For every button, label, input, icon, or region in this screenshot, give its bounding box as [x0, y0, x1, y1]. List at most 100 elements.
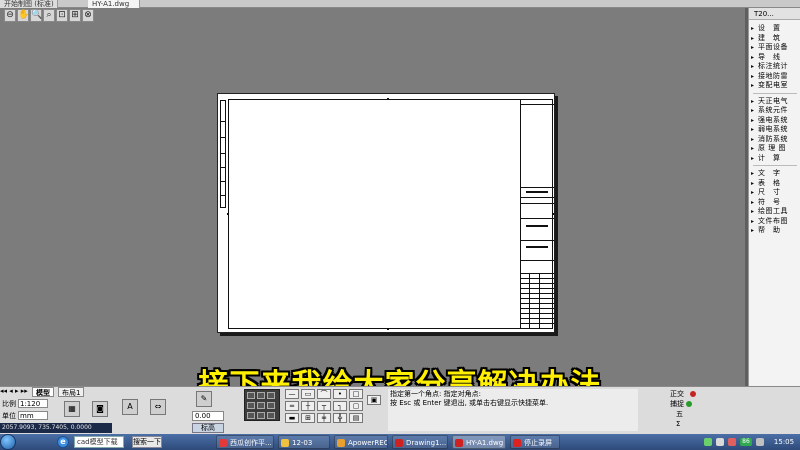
- panel-menu-item[interactable]: ▸ 建 筑: [751, 34, 799, 43]
- panel-menu-item[interactable]: ▸ 导 线: [751, 53, 799, 62]
- taskbar-item-label: ApowerREC: [348, 439, 388, 447]
- camera-icon[interactable]: ◙: [92, 401, 108, 417]
- t20-tool-panel: T20... ▸ 设 置 ▸ 建 筑 ▸ 平面设备 ▸ 导 线 ▸ 标注统计 ▸ 接地防雷 ▸ 变配电室 ▸…: [748, 8, 800, 386]
- panel-menu-item[interactable]: ▸ 接地防雷: [751, 72, 799, 81]
- panel-menu-item[interactable]: ▸ 文 字: [751, 169, 799, 178]
- panel-menu-label: 消防系统: [758, 134, 788, 143]
- panel-menu-item[interactable]: ▸ 系统元件: [751, 106, 799, 115]
- ortho-option-five[interactable]: 五: [676, 410, 683, 418]
- panel-menu-item[interactable]: ▸ 表 格: [751, 179, 799, 188]
- pen-icon[interactable]: ✎: [196, 391, 212, 407]
- tool-dot-icon[interactable]: •: [333, 389, 347, 399]
- panel-menu-label: 绘图工具: [758, 207, 788, 215]
- tool-box-icon[interactable]: ▢: [349, 401, 363, 411]
- network-icon[interactable]: [704, 438, 712, 446]
- ortho-option-sigma[interactable]: Σ: [676, 420, 680, 428]
- panel-menu-item[interactable]: ▸ 符 号: [751, 198, 799, 207]
- zoom-all-icon[interactable]: ⊞: [69, 9, 81, 22]
- start-button[interactable]: [0, 434, 16, 450]
- drawing-sheet[interactable]: [217, 93, 555, 333]
- panel-menu-item[interactable]: ▸ 原 理 图: [751, 144, 799, 153]
- security-icon[interactable]: [728, 438, 736, 446]
- layer-manager-icon[interactable]: ▦: [64, 401, 80, 417]
- taskbar-item[interactable]: Drawing1...: [392, 435, 448, 449]
- tool-cross-icon[interactable]: ┼: [301, 401, 315, 411]
- units-select[interactable]: mm: [18, 411, 48, 420]
- tool-corner-icon[interactable]: ┐: [333, 401, 347, 411]
- panel-menu-item[interactable]: ▸ 计 算: [751, 154, 799, 163]
- tool-arc-icon[interactable]: ⌒: [317, 389, 331, 399]
- value-field[interactable]: 0.00: [192, 411, 224, 421]
- tray-badge-icon[interactable]: 86: [740, 438, 752, 446]
- tab-start-drawing[interactable]: 开始制图 (标准): [0, 0, 58, 8]
- elevation-button[interactable]: 标高: [192, 423, 224, 433]
- panel-menu-item[interactable]: ▸ 强电系统: [751, 116, 799, 125]
- chevron-right-icon: ▸: [751, 25, 755, 32]
- panel-menu-label: 尺 寸: [758, 188, 781, 196]
- taskbar-search-button[interactable]: 搜索一下: [132, 436, 162, 448]
- panel-menu-label: 弱电系统: [758, 125, 788, 133]
- panel-menu-item[interactable]: ▸ 尺 寸: [751, 188, 799, 197]
- zoom-previous-icon[interactable]: ⌕: [43, 9, 55, 22]
- tool-hline-icon[interactable]: ═: [285, 401, 299, 411]
- taskbar-item-label: Drawing1...: [406, 439, 447, 447]
- scale-select[interactable]: 1:120: [18, 399, 48, 408]
- chevron-right-icon: ▸: [751, 227, 755, 234]
- tool-split-icon[interactable]: ╪: [317, 413, 331, 423]
- panel-menu-item[interactable]: ▸ 帮 助: [751, 226, 799, 235]
- panel-menu-label: 表 格: [758, 178, 781, 187]
- ortho-status-icon: [690, 391, 696, 397]
- panel-menu-item[interactable]: ▸ 消防系统: [751, 135, 799, 144]
- tab-model[interactable]: 模型: [32, 387, 54, 397]
- drawing-frame: [228, 99, 553, 329]
- taskbar-item[interactable]: 12-03: [278, 435, 330, 449]
- layout-nav-arrows[interactable]: ◂◂ ◂ ▸ ▸▸: [0, 387, 30, 397]
- tab-hy-a1[interactable]: HY-A1.dwg: [88, 0, 140, 8]
- command-history-line-2: 按 Esc 或 Enter 键退出, 或单击右键显示快捷菜单.: [390, 399, 549, 407]
- taskbar-item[interactable]: 西瓜创作平...: [216, 435, 274, 449]
- volume-icon[interactable]: [716, 438, 724, 446]
- command-line[interactable]: 指定第一个角点: 指定对角点: 按 Esc 或 Enter 键退出, 或单击右键…: [388, 389, 638, 431]
- panel-menu-item[interactable]: ▸ 变配电室: [751, 81, 799, 90]
- snap-toggle[interactable]: 捕捉: [670, 400, 684, 408]
- panel-menu-item[interactable]: ▸ 绘图工具: [751, 207, 799, 216]
- chevron-right-icon: ▸: [751, 53, 755, 61]
- tool-tee-icon[interactable]: ┬: [317, 401, 331, 411]
- chevron-right-icon: ▸: [751, 126, 755, 133]
- browser-icon[interactable]: e: [57, 436, 69, 448]
- app-icon: [281, 439, 289, 447]
- pan-icon[interactable]: ✋: [17, 9, 29, 22]
- zoom-window-icon[interactable]: ⊖: [4, 9, 16, 22]
- panel-menu-item[interactable]: ▸ 天正电气: [751, 97, 799, 106]
- taskbar-item[interactable]: ApowerREC: [334, 435, 388, 449]
- zoom-extents-icon[interactable]: ⊡: [56, 9, 68, 22]
- tool-frame-icon[interactable]: ▭: [301, 389, 315, 399]
- tool-extra-icon[interactable]: ▣: [367, 395, 381, 405]
- input-method-icon[interactable]: [756, 438, 764, 446]
- chevron-right-icon: ▸: [751, 44, 755, 51]
- scale-label: 比例: [2, 400, 16, 408]
- panel-menu-label: 变配电室: [758, 81, 788, 89]
- close-drawing-icon[interactable]: ⊗: [82, 9, 94, 22]
- tool-join-icon[interactable]: ╬: [333, 413, 347, 423]
- text-style-icon[interactable]: A: [122, 399, 138, 415]
- zoom-realtime-icon[interactable]: 🔍: [30, 9, 42, 22]
- tool-bar-icon[interactable]: ▬: [285, 413, 299, 423]
- tool-grid-icon[interactable]: ⊞: [301, 413, 315, 423]
- taskbar-item[interactable]: 停止录屏: [510, 435, 560, 449]
- taskbar-search-input[interactable]: cad模型下载: [74, 436, 124, 448]
- panel-menu-item[interactable]: ▸ 文件布图: [751, 217, 799, 226]
- panel-menu-item[interactable]: ▸ 标注统计: [751, 62, 799, 71]
- panel-menu-item[interactable]: ▸ 平面设备: [751, 43, 799, 52]
- tool-rect-icon[interactable]: □: [349, 389, 363, 399]
- panel-menu-item[interactable]: ▸ 弱电系统: [751, 125, 799, 134]
- dimension-style-icon[interactable]: ⇔: [150, 399, 166, 415]
- panel-menu-item[interactable]: ▸ 设 置: [751, 24, 799, 33]
- tool-hatch-icon[interactable]: ▤: [349, 413, 363, 423]
- tab-layout1[interactable]: 布局1: [58, 387, 85, 397]
- panel-menu-label: 导 线: [758, 52, 781, 61]
- ortho-toggle[interactable]: 正交: [670, 390, 684, 398]
- taskbar-item[interactable]: HY-A1.dwg: [452, 435, 506, 449]
- tool-line-icon[interactable]: —: [285, 389, 299, 399]
- symbol-palette[interactable]: [244, 389, 280, 421]
